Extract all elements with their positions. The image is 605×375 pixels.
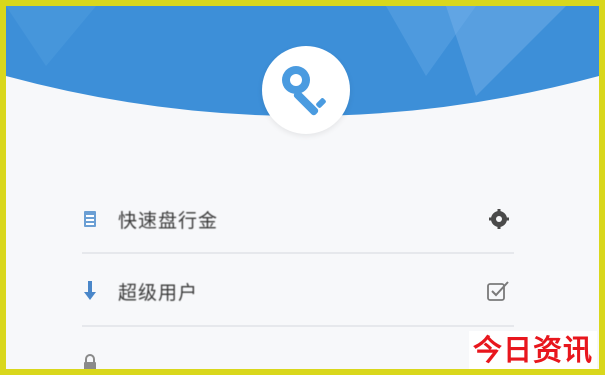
checkbox-checked-icon[interactable] xyxy=(486,280,510,302)
divider xyxy=(82,325,514,327)
settings-item-label: 超级用户 xyxy=(118,281,199,304)
settings-item-superuser[interactable]: 超级用户 xyxy=(80,270,520,312)
key-avatar[interactable] xyxy=(262,46,350,134)
divider xyxy=(82,252,514,254)
lock-icon xyxy=(80,353,100,369)
settings-item-quick[interactable]: 快速盘行金 xyxy=(80,198,520,240)
settings-item-partial[interactable] xyxy=(80,342,520,369)
download-arrow-icon xyxy=(80,280,100,302)
screen: 快速盘行金 超级用户 xyxy=(6,6,599,369)
watermark-text: 今日资讯 xyxy=(468,331,597,369)
key-icon xyxy=(282,66,326,116)
document-icon xyxy=(80,210,100,228)
settings-item-label: 快速盘行金 xyxy=(118,209,219,232)
gear-icon[interactable] xyxy=(488,208,510,230)
